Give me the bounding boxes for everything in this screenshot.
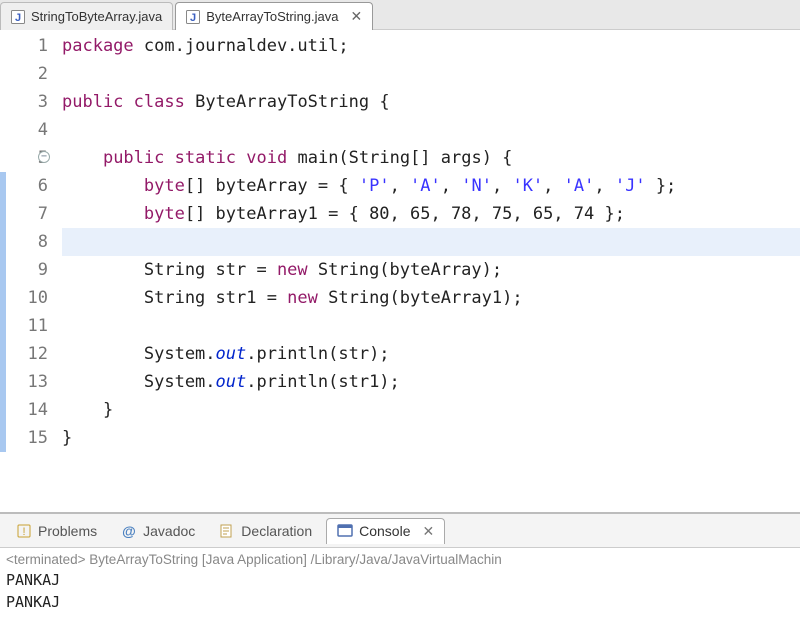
bottom-tab-problems[interactable]: ! Problems — [6, 519, 107, 543]
code-line[interactable]: byte[] byteArray = { 'P', 'A', 'N', 'K',… — [62, 172, 800, 200]
svg-text:J: J — [190, 12, 196, 24]
code-area[interactable]: package com.journaldev.util; public clas… — [62, 30, 800, 512]
tab-label: StringToByteArray.java — [31, 9, 162, 24]
java-file-icon: J — [11, 10, 25, 24]
console-view: <terminated> ByteArrayToString [Java App… — [0, 548, 800, 617]
code-line[interactable] — [62, 228, 800, 256]
console-icon — [337, 523, 353, 539]
javadoc-icon: @ — [121, 523, 137, 539]
bottom-panel: ! Problems @ Javadoc Declaration Console ✕ <te… — [0, 512, 800, 617]
code-line[interactable]: String str1 = new String(byteArray1); — [62, 284, 800, 312]
line-number: 5− — [0, 144, 48, 172]
line-number: 4 — [0, 116, 48, 144]
bottom-tab-label: Console — [359, 523, 410, 539]
code-line[interactable] — [62, 312, 800, 340]
editor-tab[interactable]: J ByteArrayToString.java ✕ — [175, 2, 373, 30]
line-number-gutter: 12345−6789101112131415 — [0, 30, 62, 512]
code-line[interactable]: public static void main(String[] args) { — [62, 144, 800, 172]
svg-text:!: ! — [22, 526, 25, 538]
console-line: PANKAJ — [6, 591, 794, 613]
code-line[interactable]: } — [62, 396, 800, 424]
line-number: 15 — [0, 424, 48, 452]
bottom-tab-console[interactable]: Console ✕ — [326, 518, 445, 544]
close-icon[interactable]: ✕ — [423, 523, 435, 540]
line-number: 11 — [0, 312, 48, 340]
tab-label: ByteArrayToString.java — [206, 9, 338, 24]
line-number: 14 — [0, 396, 48, 424]
bottom-tab-bar: ! Problems @ Javadoc Declaration Console ✕ — [0, 514, 800, 548]
svg-text:@: @ — [122, 523, 136, 539]
line-number: 6 — [0, 172, 48, 200]
editor-tab[interactable]: J StringToByteArray.java — [0, 2, 173, 30]
code-line[interactable]: public class ByteArrayToString { — [62, 88, 800, 116]
code-line[interactable] — [62, 116, 800, 144]
close-icon[interactable]: ✕ — [351, 8, 363, 25]
fold-toggle-icon[interactable]: − — [38, 151, 50, 163]
line-number: 3 — [0, 88, 48, 116]
line-number: 9 — [0, 256, 48, 284]
line-number: 7 — [0, 200, 48, 228]
code-editor: 12345−6789101112131415 package com.journ… — [0, 30, 800, 512]
code-line[interactable]: System.out.println(str); — [62, 340, 800, 368]
console-output: PANKAJPANKAJ — [6, 569, 794, 613]
bottom-tab-label: Declaration — [241, 523, 312, 539]
line-number: 2 — [0, 60, 48, 88]
code-line[interactable] — [62, 60, 800, 88]
code-line[interactable]: System.out.println(str1); — [62, 368, 800, 396]
code-line[interactable]: String str = new String(byteArray); — [62, 256, 800, 284]
java-file-icon: J — [186, 10, 200, 24]
code-line[interactable]: } — [62, 424, 800, 452]
bottom-tab-declaration[interactable]: Declaration — [209, 519, 322, 543]
console-status: <terminated> ByteArrayToString [Java App… — [6, 552, 794, 567]
console-line: PANKAJ — [6, 569, 794, 591]
bottom-tab-label: Problems — [38, 523, 97, 539]
code-line[interactable]: byte[] byteArray1 = { 80, 65, 78, 75, 65… — [62, 200, 800, 228]
editor-tab-bar: J StringToByteArray.java J ByteArrayToStrin… — [0, 0, 800, 30]
line-number: 13 — [0, 368, 48, 396]
code-line[interactable]: package com.journaldev.util; — [62, 32, 800, 60]
bottom-tab-javadoc[interactable]: @ Javadoc — [111, 519, 205, 543]
line-number: 12 — [0, 340, 48, 368]
svg-text:J: J — [15, 12, 21, 24]
line-number: 8 — [0, 228, 48, 256]
line-number: 10 — [0, 284, 48, 312]
line-number: 1 — [0, 32, 48, 60]
problems-icon: ! — [16, 523, 32, 539]
declaration-icon — [219, 523, 235, 539]
bottom-tab-label: Javadoc — [143, 523, 195, 539]
